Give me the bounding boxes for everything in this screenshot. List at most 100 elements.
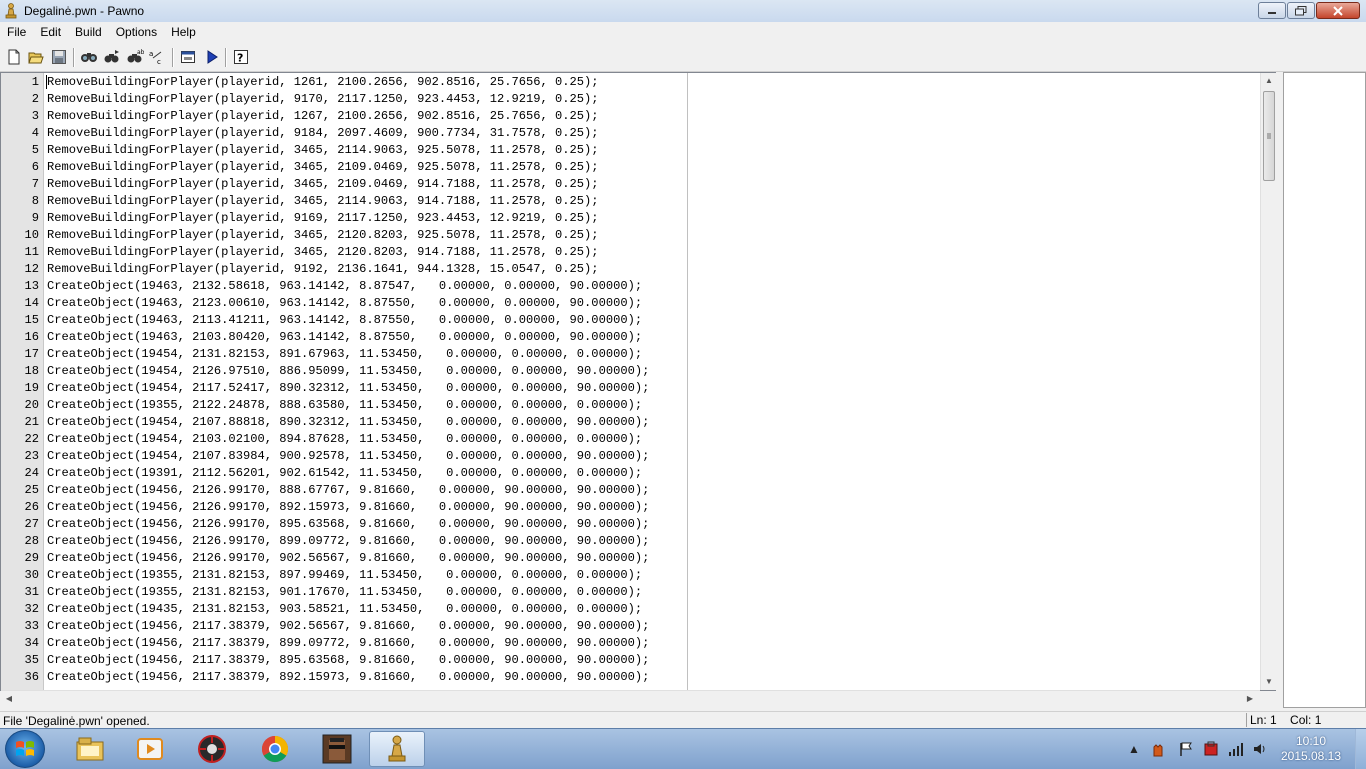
line-number: 31 (24, 585, 39, 599)
code-line[interactable]: 31 CreateObject(19355, 2131.82153, 901.17… (1, 584, 1263, 601)
code-line[interactable]: 9 RemoveBuildingForPlayer(playerid, 9169,… (1, 210, 1263, 227)
code-line[interactable]: 23 CreateObject(19454, 2107.83984, 900.92… (1, 448, 1263, 465)
line-code: CreateObject(19456, 2126.99170, 899.0977… (47, 534, 650, 548)
close-icon (1333, 5, 1343, 16)
menu-build[interactable]: Build (68, 22, 109, 42)
taskbar-media-player[interactable] (122, 731, 178, 767)
line-code: CreateObject(19454, 2126.97510, 886.9509… (47, 364, 650, 378)
taskbar-pawno[interactable] (369, 731, 425, 767)
line-code: CreateObject(19355, 2131.82153, 901.1767… (47, 585, 643, 599)
code-line[interactable]: 19 CreateObject(19454, 2117.52417, 890.32… (1, 380, 1263, 397)
code-line[interactable]: 17 CreateObject(19454, 2131.82153, 891.67… (1, 346, 1263, 363)
code-line[interactable]: 3 RemoveBuildingForPlayer(playerid, 1267,… (1, 108, 1263, 125)
code-line[interactable]: 20 CreateObject(19355, 2122.24878, 888.63… (1, 397, 1263, 414)
code-line[interactable]: 33 CreateObject(19456, 2117.38379, 902.56… (1, 618, 1263, 635)
code-editor[interactable]: 1 RemoveBuildingForPlayer(playerid, 1261,… (0, 72, 1276, 691)
line-code: CreateObject(19454, 2103.02100, 894.8762… (47, 432, 643, 446)
help-button[interactable]: ? (231, 47, 251, 67)
code-line[interactable]: 5 RemoveBuildingForPlayer(playerid, 3465,… (1, 142, 1263, 159)
line-code: CreateObject(19463, 2113.41211, 963.1414… (47, 313, 643, 327)
code-line[interactable]: 6 RemoveBuildingForPlayer(playerid, 3465,… (1, 159, 1263, 176)
menu-options[interactable]: Options (109, 22, 164, 42)
menu-help[interactable]: Help (164, 22, 203, 42)
menu-edit[interactable]: Edit (33, 22, 68, 42)
find-next-button[interactable] (102, 47, 122, 67)
find-button[interactable] (79, 47, 99, 67)
code-line[interactable]: 16 CreateObject(19463, 2103.80420, 963.14… (1, 329, 1263, 346)
code-line[interactable]: 1 RemoveBuildingForPlayer(playerid, 1261,… (1, 74, 1263, 91)
run-button[interactable] (202, 47, 222, 67)
open-file-button[interactable] (26, 47, 46, 67)
line-number: 6 (31, 160, 39, 174)
replace-button[interactable]: ab (125, 47, 145, 67)
line-number: 16 (24, 330, 39, 344)
code-line[interactable]: 18 CreateObject(19454, 2126.97510, 886.95… (1, 363, 1263, 380)
line-code: CreateObject(19454, 2131.82153, 891.6796… (47, 347, 643, 361)
line-code: RemoveBuildingForPlayer(playerid, 9192, … (47, 262, 599, 276)
horizontal-scrollbar[interactable]: ◀ ▶ (1, 690, 1260, 707)
maximize-button[interactable] (1287, 2, 1315, 19)
vertical-scroll-thumb[interactable] (1263, 91, 1275, 181)
scroll-right-arrow-icon[interactable]: ▶ (1245, 694, 1255, 704)
show-desktop-button[interactable] (1355, 729, 1366, 769)
code-line[interactable]: 12 RemoveBuildingForPlayer(playerid, 9192… (1, 261, 1263, 278)
side-panel[interactable] (1283, 72, 1366, 708)
code-line[interactable]: 14 CreateObject(19463, 2123.00610, 963.14… (1, 295, 1263, 312)
code-line[interactable]: 28 CreateObject(19456, 2126.99170, 899.09… (1, 533, 1263, 550)
line-number: 36 (24, 670, 39, 684)
run-icon (207, 50, 218, 64)
toolbar-separator (225, 48, 227, 67)
code-line[interactable]: 25 CreateObject(19456, 2126.99170, 888.67… (1, 482, 1263, 499)
show-hidden-icons-arrow[interactable]: ▲ (1126, 741, 1142, 757)
code-line[interactable]: 30 CreateObject(19355, 2131.82153, 897.99… (1, 567, 1263, 584)
code-line[interactable]: 13 CreateObject(19463, 2132.58618, 963.14… (1, 278, 1263, 295)
code-line[interactable]: 29 CreateObject(19456, 2126.99170, 902.56… (1, 550, 1263, 567)
close-button[interactable] (1316, 2, 1360, 19)
taskbar-game[interactable] (309, 731, 365, 767)
game-character-icon (322, 734, 352, 764)
goto-button[interactable]: ac (148, 47, 168, 67)
save-button[interactable] (49, 47, 69, 67)
code-line[interactable]: 15 CreateObject(19463, 2113.41211, 963.14… (1, 312, 1263, 329)
scroll-down-arrow-icon[interactable]: ▼ (1264, 677, 1274, 687)
toolbar-separator (73, 48, 75, 67)
start-button[interactable] (5, 730, 45, 768)
tray-security-icon[interactable] (1203, 741, 1219, 757)
svg-text:c: c (157, 58, 161, 65)
scroll-up-arrow-icon[interactable]: ▲ (1264, 76, 1274, 86)
code-line[interactable]: 34 CreateObject(19456, 2117.38379, 899.09… (1, 635, 1263, 652)
tray-app-hand-icon[interactable] (1150, 741, 1166, 757)
taskbar-utility-app[interactable] (184, 731, 240, 767)
code-line[interactable]: 21 CreateObject(19454, 2107.88818, 890.32… (1, 414, 1263, 431)
line-number: 22 (24, 432, 39, 446)
window-controls (1257, 2, 1360, 20)
code-line[interactable]: 8 RemoveBuildingForPlayer(playerid, 3465,… (1, 193, 1263, 210)
taskbar-file-explorer[interactable] (62, 731, 118, 767)
code-line[interactable]: 22 CreateObject(19454, 2103.02100, 894.87… (1, 431, 1263, 448)
vertical-scrollbar[interactable]: ▲ ▼ (1260, 73, 1277, 690)
new-file-button[interactable] (4, 47, 24, 67)
volume-icon[interactable] (1252, 741, 1268, 757)
code-line[interactable]: 24 CreateObject(19391, 2112.56201, 902.61… (1, 465, 1263, 482)
taskbar-chrome[interactable] (247, 731, 303, 767)
minimize-button[interactable] (1258, 2, 1286, 19)
code-line[interactable]: 36 CreateObject(19456, 2117.38379, 892.15… (1, 669, 1263, 686)
code-line[interactable]: 32 CreateObject(19435, 2131.82153, 903.58… (1, 601, 1263, 618)
code-line[interactable]: 27 CreateObject(19456, 2126.99170, 895.63… (1, 516, 1263, 533)
menu-file[interactable]: File (0, 22, 33, 42)
code-line[interactable]: 26 CreateObject(19456, 2126.99170, 892.15… (1, 499, 1263, 516)
network-signal-icon[interactable] (1228, 741, 1244, 757)
code-line[interactable]: 7 RemoveBuildingForPlayer(playerid, 3465,… (1, 176, 1263, 193)
compile-button[interactable] (178, 47, 198, 67)
code-lines: 1 RemoveBuildingForPlayer(playerid, 1261,… (1, 74, 1263, 686)
code-line[interactable]: 2 RemoveBuildingForPlayer(playerid, 9170,… (1, 91, 1263, 108)
scroll-left-arrow-icon[interactable]: ◀ (4, 694, 14, 704)
action-center-flag-icon[interactable] (1178, 741, 1194, 757)
clock[interactable]: 10:10 2015.08.13 (1276, 734, 1346, 764)
code-line[interactable]: 35 CreateObject(19456, 2117.38379, 895.63… (1, 652, 1263, 669)
code-line[interactable]: 4 RemoveBuildingForPlayer(playerid, 9184,… (1, 125, 1263, 142)
code-line[interactable]: 10 RemoveBuildingForPlayer(playerid, 3465… (1, 227, 1263, 244)
pawno-app-icon (5, 3, 17, 19)
code-line[interactable]: 11 RemoveBuildingForPlayer(playerid, 3465… (1, 244, 1263, 261)
window-title: Degalinė.pwn - Pawno (24, 4, 145, 18)
